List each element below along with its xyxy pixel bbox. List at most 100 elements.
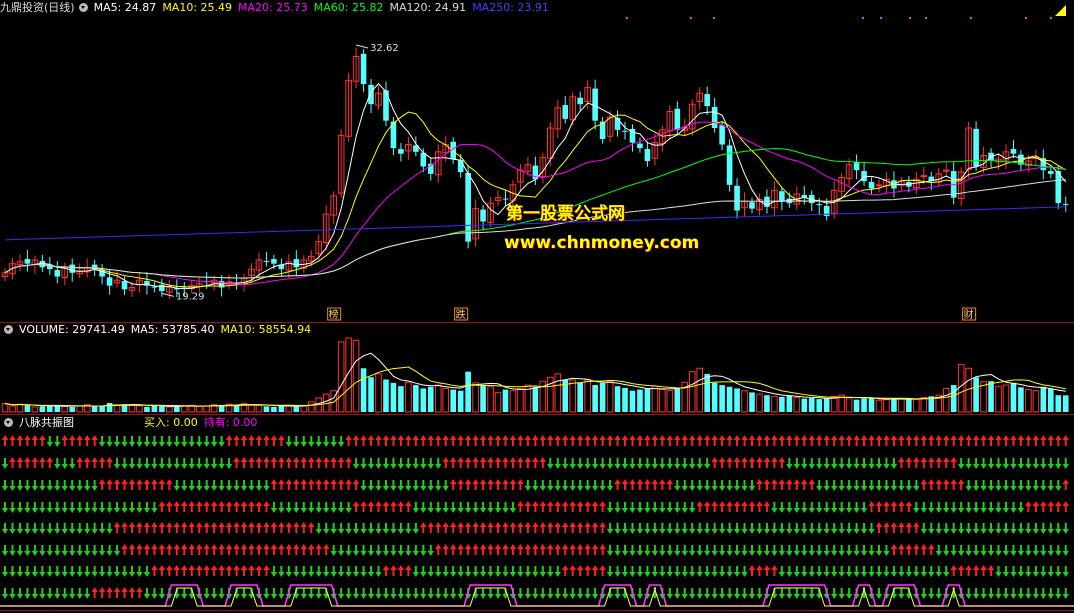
down-arrow-icon — [830, 502, 838, 513]
down-arrow-icon — [54, 523, 61, 534]
down-arrow-icon — [674, 545, 681, 556]
volume-bar — [1002, 384, 1010, 413]
candle-body — [69, 264, 76, 273]
down-arrow-icon — [659, 502, 666, 513]
down-arrow-icon — [733, 523, 741, 534]
down-arrow-icon — [898, 588, 905, 599]
ma20-value: MA20: 25.73 — [238, 1, 308, 14]
up-arrow-icon — [666, 435, 674, 446]
down-arrow-icon — [225, 480, 233, 491]
down-arrow-icon — [24, 545, 31, 556]
down-arrow-icon — [427, 588, 434, 599]
down-arrow-icon — [860, 502, 868, 513]
up-arrow-icon — [1, 435, 9, 446]
up-arrow-icon — [957, 435, 965, 446]
down-arrow-icon — [308, 566, 315, 577]
up-arrow-icon — [1025, 435, 1032, 446]
volume-bar — [509, 390, 517, 413]
down-arrow-icon — [614, 502, 621, 513]
up-arrow-icon — [143, 544, 151, 555]
marker-dot — [925, 17, 927, 19]
down-arrow-icon — [31, 523, 39, 534]
down-arrow-icon — [801, 523, 808, 534]
up-arrow-icon — [166, 522, 173, 533]
down-arrow-icon — [337, 588, 345, 599]
hold-value: 持有: 0.00 — [203, 416, 258, 429]
down-arrow-icon — [935, 588, 942, 599]
up-arrow-icon — [763, 565, 771, 576]
down-arrow-icon — [905, 480, 913, 491]
volume-bar — [398, 386, 404, 412]
up-arrow-icon — [375, 435, 382, 446]
down-arrow-icon — [83, 588, 91, 599]
down-arrow-icon — [748, 480, 756, 491]
down-arrow-icon — [397, 523, 405, 534]
up-arrow-icon — [382, 501, 390, 512]
down-arrow-icon — [741, 480, 748, 491]
down-arrow-icon — [883, 458, 890, 469]
down-arrow-icon — [614, 545, 621, 556]
up-arrow-icon — [464, 435, 472, 446]
volume-bar — [427, 386, 434, 412]
volume-bar — [1055, 395, 1062, 412]
up-arrow-icon — [554, 435, 561, 446]
down-arrow-icon — [31, 502, 39, 513]
chart-menu-icon[interactable] — [78, 3, 88, 12]
ma250-value: MA250: 23.91 — [472, 1, 549, 14]
up-arrow-icon — [599, 522, 606, 533]
indicator-arrows — [1, 435, 1069, 599]
down-arrow-icon — [711, 566, 718, 577]
down-arrow-icon — [46, 588, 54, 599]
volume-ma10: MA10: 58554.94 — [220, 323, 312, 336]
up-arrow-icon — [778, 457, 786, 468]
down-arrow-icon — [330, 566, 337, 577]
up-arrow-icon — [524, 522, 532, 533]
down-arrow-icon — [614, 566, 621, 577]
down-arrow-icon — [703, 545, 711, 556]
down-arrow-icon — [479, 566, 487, 577]
up-arrow-icon — [532, 501, 539, 512]
up-arrow-icon — [868, 501, 875, 512]
down-arrow-icon — [375, 458, 382, 469]
down-arrow-icon — [965, 502, 972, 513]
volume-bar — [307, 401, 315, 413]
down-arrow-icon — [524, 480, 532, 491]
down-arrow-icon — [629, 523, 636, 534]
down-arrow-icon — [225, 458, 233, 469]
volume-bar — [465, 371, 471, 412]
down-arrow-icon — [1062, 588, 1069, 599]
candle-body — [942, 169, 950, 172]
down-arrow-icon — [845, 458, 853, 469]
down-arrow-icon — [562, 588, 569, 599]
down-arrow-icon — [636, 523, 644, 534]
up-arrow-icon — [718, 457, 726, 468]
volume-menu-icon[interactable] — [4, 325, 13, 334]
volume-bar — [1040, 386, 1047, 412]
candle-body — [263, 260, 270, 262]
up-arrow-icon — [883, 522, 890, 533]
up-arrow-icon — [166, 501, 173, 512]
stock-chart[interactable]: 32.62 19.29 榜 跌 财 — [0, 0, 1074, 613]
down-arrow-icon — [382, 458, 390, 469]
volume-bar — [779, 396, 785, 412]
down-arrow-icon — [726, 545, 733, 556]
up-arrow-icon — [113, 587, 121, 598]
up-arrow-icon — [9, 435, 16, 446]
down-arrow-icon — [674, 523, 681, 534]
up-arrow-icon — [300, 544, 307, 555]
down-arrow-icon — [61, 523, 68, 534]
up-arrow-icon — [748, 501, 756, 512]
down-arrow-icon — [621, 545, 629, 556]
up-arrow-icon — [210, 565, 218, 576]
volume-bar — [868, 397, 875, 412]
up-arrow-icon — [442, 457, 449, 468]
down-arrow-icon — [203, 436, 210, 447]
down-arrow-icon — [659, 566, 666, 577]
down-arrow-icon — [845, 502, 853, 513]
down-arrow-icon — [830, 458, 838, 469]
down-arrow-icon — [143, 502, 151, 513]
volume-bar — [278, 405, 285, 412]
up-arrow-icon — [61, 435, 68, 446]
up-arrow-icon — [599, 565, 606, 576]
indicator-menu-icon[interactable] — [4, 418, 13, 427]
